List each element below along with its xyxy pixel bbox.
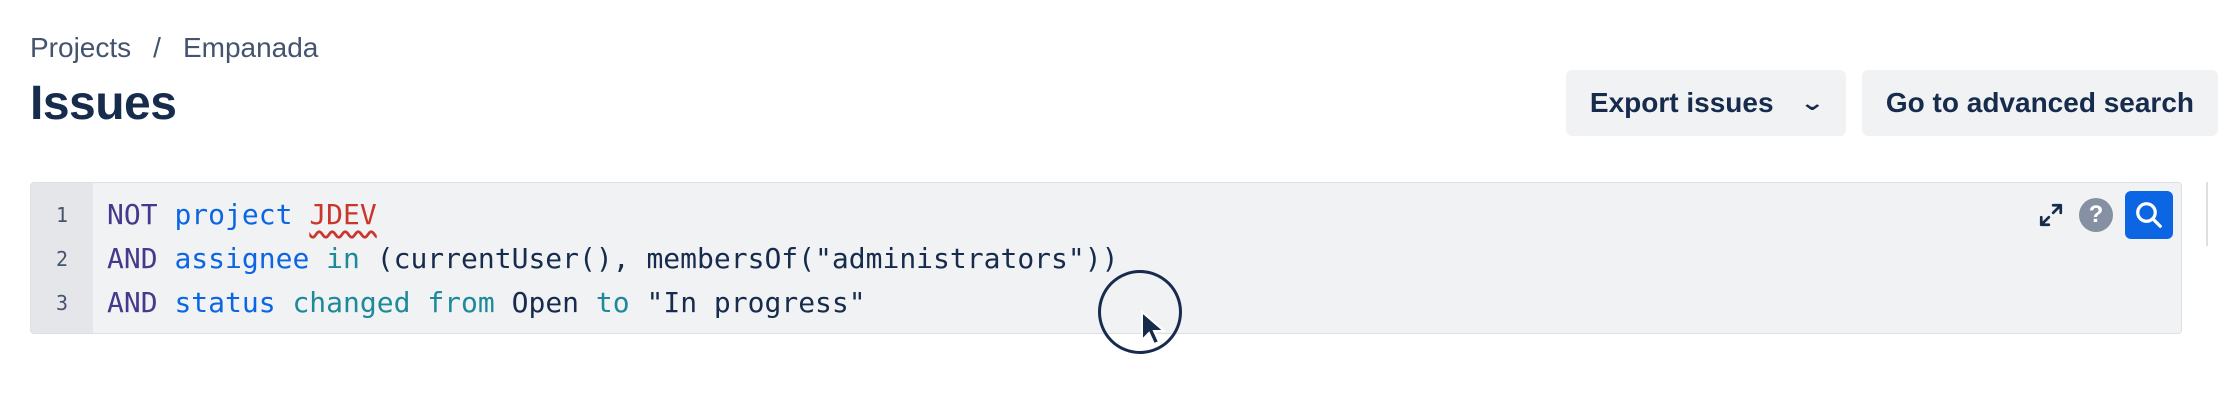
export-issues-button[interactable]: Export issues ⌄ xyxy=(1565,70,1846,136)
code-token-error: JDEV xyxy=(309,198,377,231)
code-token: AND xyxy=(107,242,158,275)
search-icon[interactable] xyxy=(2125,191,2173,239)
advanced-search-button[interactable]: Go to advanced search xyxy=(1861,70,2218,136)
breadcrumb: Projects / Empanada xyxy=(30,28,318,68)
chevron-down-icon: ⌄ xyxy=(1799,90,1826,115)
expand-icon[interactable] xyxy=(2035,199,2067,231)
line-number: 3 xyxy=(55,291,69,315)
code-token: to xyxy=(595,286,630,319)
code-token: AND xyxy=(107,286,158,319)
code-token: in xyxy=(326,242,360,275)
code-token: Open xyxy=(494,286,596,319)
code-token: changed from xyxy=(292,286,495,319)
breadcrumb-projects[interactable]: Projects xyxy=(30,32,131,64)
code-token: NOT xyxy=(107,198,158,231)
export-issues-label: Export issues xyxy=(1589,87,1774,118)
advanced-search-label: Go to advanced search xyxy=(1885,87,2194,118)
page-title: Issues xyxy=(30,77,177,130)
line-number: 2 xyxy=(55,247,69,271)
editor-tools: ? xyxy=(2035,191,2173,239)
code-token: assignee xyxy=(174,242,310,275)
line-number: 1 xyxy=(55,203,69,227)
header-actions: Export issues ⌄ Go to advanced search xyxy=(1565,70,2218,136)
code-token: status xyxy=(174,286,276,319)
code-token: project xyxy=(174,198,293,231)
breadcrumb-project-name[interactable]: Empanada xyxy=(183,32,318,64)
pointer-cursor-icon xyxy=(1140,309,1167,351)
line-number-gutter: 1 2 3 xyxy=(31,183,93,333)
breadcrumb-separator: / xyxy=(153,32,161,63)
code-token: (currentUser(), membersOf("administrator… xyxy=(359,242,1119,275)
scrollbar-divider xyxy=(2206,182,2208,246)
code-token: "In progress" xyxy=(629,286,866,319)
help-icon[interactable]: ? xyxy=(2079,198,2113,232)
code-line: NOT project JDEV xyxy=(107,193,2181,237)
